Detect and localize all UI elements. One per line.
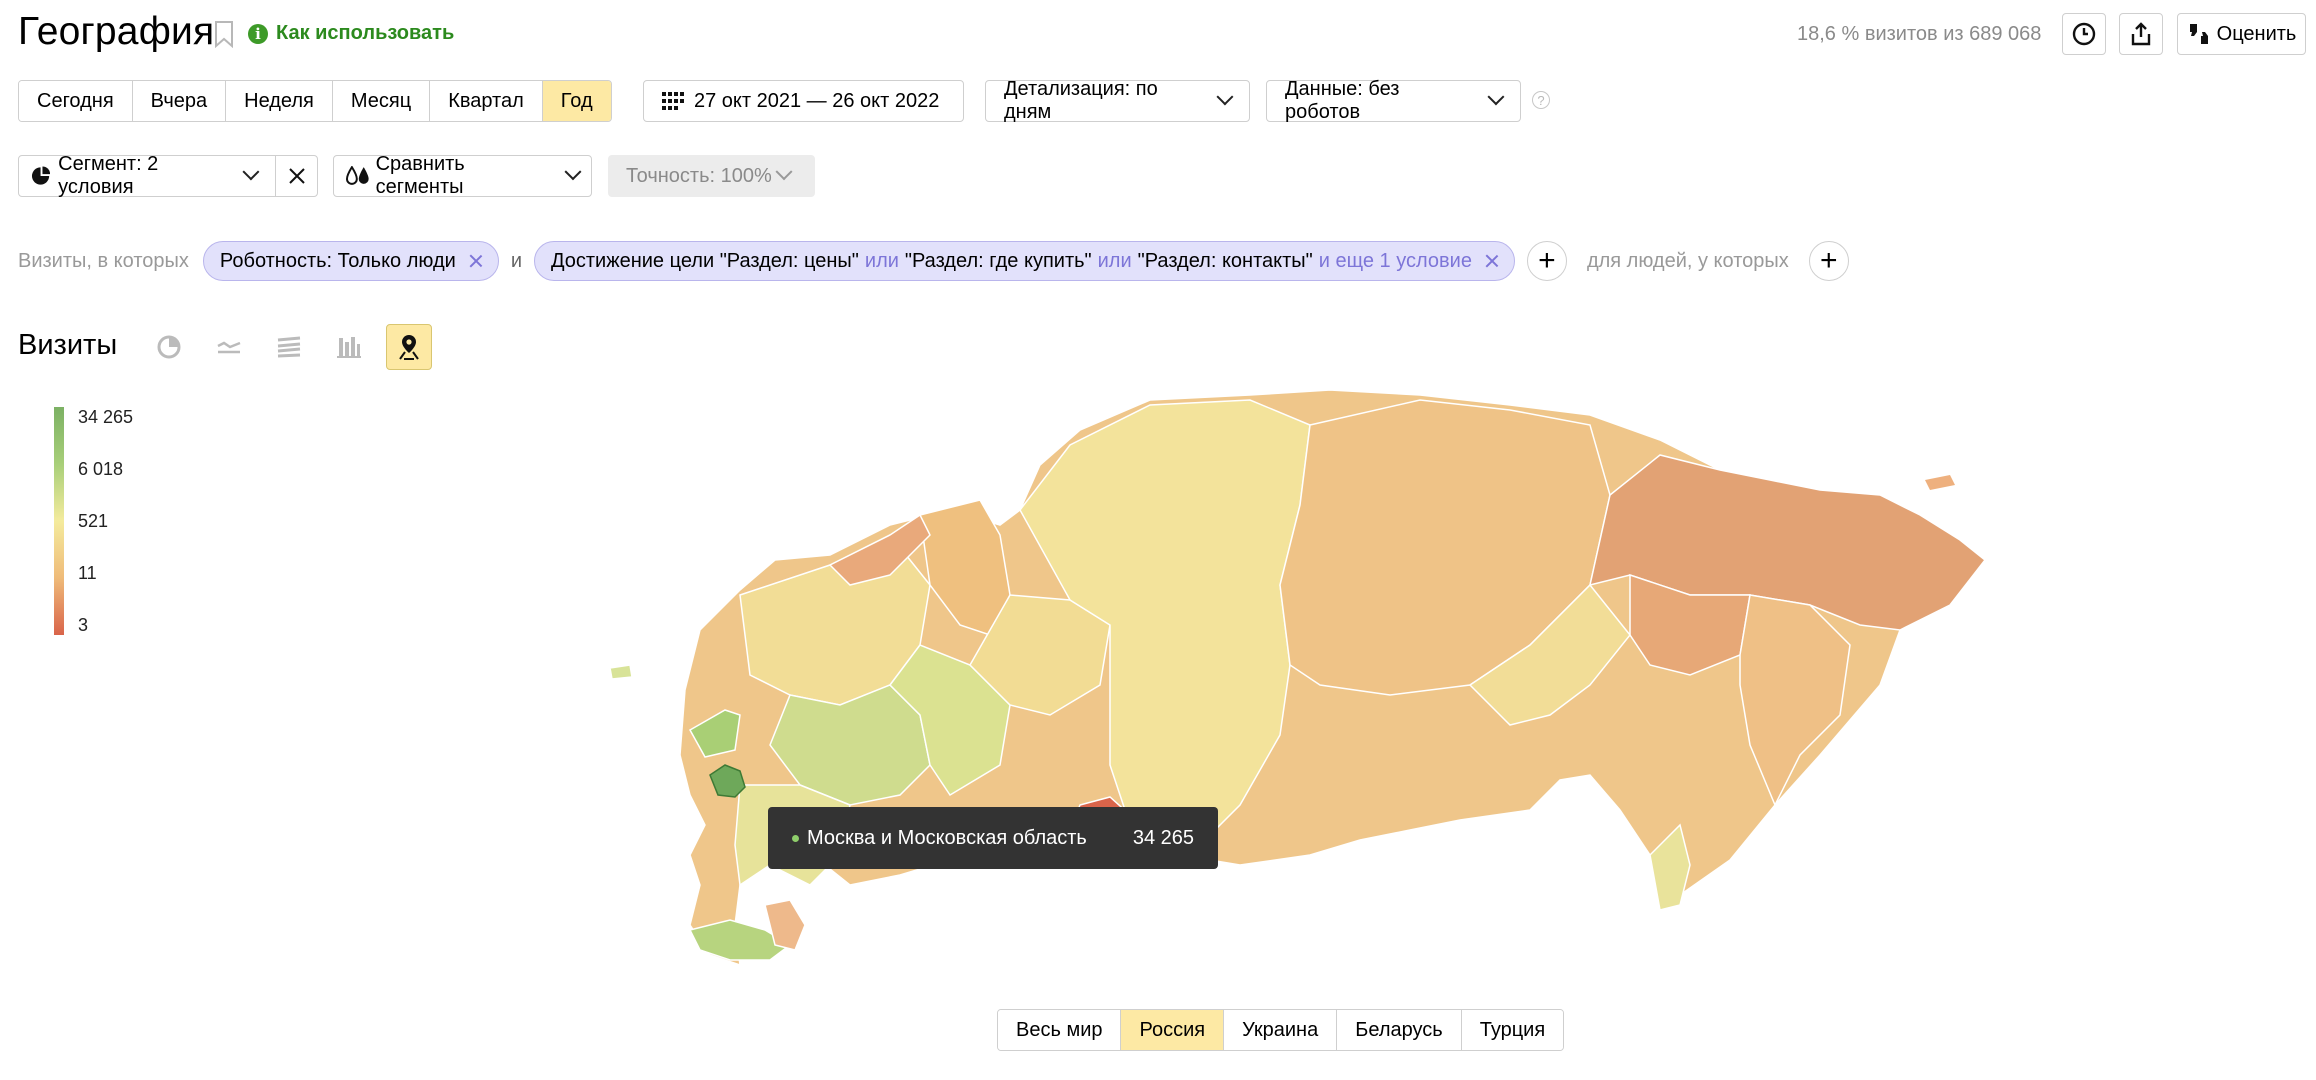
and-label: и — [510, 249, 522, 272]
or-label: или — [864, 249, 899, 272]
accuracy-label: Точность: 100% — [626, 164, 772, 187]
period-switch: Сегодня Вчера Неделя Месяц Квартал Год — [18, 80, 612, 122]
close-icon[interactable] — [468, 253, 484, 269]
accuracy-select[interactable]: Точность: 100% — [608, 155, 815, 197]
tooltip-value: 34 265 — [1132, 826, 1194, 849]
chevron-down-icon — [1216, 88, 1234, 106]
area-chart-icon — [277, 336, 301, 358]
add-people-condition-button[interactable]: + — [1808, 241, 1849, 281]
legend-label: 521 — [78, 511, 109, 531]
bookmark-icon[interactable] — [214, 20, 234, 48]
segment-clear-button[interactable] — [275, 155, 318, 197]
goal-part-3: "Раздел: контакты" — [1137, 249, 1313, 272]
how-to-use-link[interactable]: i Как использовать — [248, 22, 454, 45]
bar-chart-view[interactable] — [326, 324, 372, 370]
country-belarus[interactable]: Беларусь — [1337, 1010, 1462, 1050]
period-year[interactable]: Год — [542, 81, 611, 121]
pie-icon — [31, 166, 51, 185]
help-icon[interactable]: ? — [1532, 91, 1550, 109]
period-month[interactable]: Месяц — [332, 81, 431, 121]
legend-label: 11 — [78, 563, 97, 583]
section-title: Визиты — [18, 329, 118, 361]
thumbs-icon — [2189, 24, 2208, 44]
how-to-use-label: Как использовать — [276, 22, 455, 44]
compare-drops-icon — [346, 166, 369, 185]
map-region-wrangel — [1925, 475, 1955, 490]
conditions-prefix: Визиты, в которых — [18, 249, 189, 272]
export-button[interactable] — [2119, 13, 2163, 55]
compare-segments-label: Сравнить сегменты — [375, 153, 465, 198]
map-view[interactable] — [386, 324, 432, 370]
segment-select[interactable]: Сегмент: 2 условия — [18, 153, 276, 198]
tooltip-region: Москва и Московская область — [807, 826, 1087, 849]
line-chart-icon — [217, 341, 241, 354]
pie-chart-icon — [157, 335, 181, 359]
country-ukraine[interactable]: Украина — [1224, 1010, 1338, 1050]
map-pin-icon — [399, 335, 419, 360]
map-region-kaliningrad — [609, 664, 633, 680]
rate-button[interactable]: Оценить — [2177, 13, 2306, 55]
tooltip-color-dot — [792, 834, 799, 842]
condition-chip-goals[interactable]: Достижение цели "Раздел: цены" или "Разд… — [533, 241, 1515, 281]
rate-label: Оценить — [2216, 22, 2297, 45]
people-conditions-label: для людей, у которых — [1586, 249, 1789, 272]
date-range-picker[interactable]: 27 окт 2021 — 26 окт 2022 — [643, 80, 964, 122]
segment-conditions: Визиты, в которых Роботность: Только люд… — [18, 241, 1849, 281]
page-title: География — [18, 10, 215, 53]
legend-label: 6 018 — [78, 459, 124, 479]
region-tooltip: Москва и Московская область 34 265 — [768, 807, 1218, 869]
data-filter-label: Данные: без роботов — [1285, 78, 1400, 123]
line-chart-view[interactable] — [206, 324, 252, 370]
data-filter-select[interactable]: Данные: без роботов — [1266, 78, 1521, 123]
history-button[interactable] — [2062, 13, 2106, 55]
chart-type-switch — [146, 324, 432, 370]
area-chart-view[interactable] — [266, 324, 312, 370]
share-icon — [2131, 22, 2151, 46]
close-icon[interactable] — [1484, 253, 1500, 269]
period-week[interactable]: Неделя — [226, 81, 333, 121]
russia-regions-map[interactable] — [590, 385, 2090, 995]
detail-select[interactable]: Детализация: по дням — [985, 78, 1250, 123]
legend-color-scale — [54, 407, 64, 635]
compare-segments-button[interactable]: Сравнить сегменты — [333, 153, 592, 198]
legend-label: 3 — [78, 615, 89, 635]
chevron-down-icon — [1487, 88, 1505, 106]
calendar-grid-icon — [662, 92, 684, 110]
legend-label: 34 265 — [78, 407, 134, 427]
period-yesterday[interactable]: Вчера — [132, 81, 227, 121]
goal-part-2: "Раздел: где купить" — [904, 249, 1092, 272]
bar-chart-icon — [337, 337, 361, 358]
period-today[interactable]: Сегодня — [19, 81, 133, 121]
add-condition-button[interactable]: + — [1526, 241, 1567, 281]
country-russia[interactable]: Россия — [1121, 1010, 1225, 1050]
country-world[interactable]: Весь мир — [998, 1010, 1122, 1050]
info-icon: i — [248, 23, 268, 44]
country-turkey[interactable]: Турция — [1461, 1010, 1564, 1050]
country-switch: Весь мир Россия Украина Беларусь Турция — [997, 1009, 1565, 1051]
condition-chip-robots[interactable]: Роботность: Только люди — [202, 241, 499, 281]
chevron-down-icon — [775, 163, 793, 181]
chevron-down-icon — [564, 163, 582, 181]
pie-chart-view[interactable] — [146, 324, 192, 370]
date-range-label: 27 окт 2021 — 26 окт 2022 — [694, 89, 940, 112]
goal-part-1: Достижение цели "Раздел: цены" — [550, 249, 859, 272]
segment-label: Сегмент: 2 условия — [58, 153, 159, 198]
visits-summary: 18,6 % визитов из 689 068 — [1797, 23, 2042, 45]
close-icon — [288, 168, 305, 184]
clock-icon — [2072, 22, 2096, 46]
condition-chip-robots-label: Роботность: Только люди — [219, 249, 456, 272]
period-quarter[interactable]: Квартал — [430, 81, 543, 121]
or-label: или — [1097, 249, 1132, 272]
chevron-down-icon — [242, 163, 260, 181]
more-conditions-link[interactable]: и еще 1 условие — [1319, 250, 1472, 273]
detail-label: Детализация: по дням — [1004, 78, 1158, 123]
